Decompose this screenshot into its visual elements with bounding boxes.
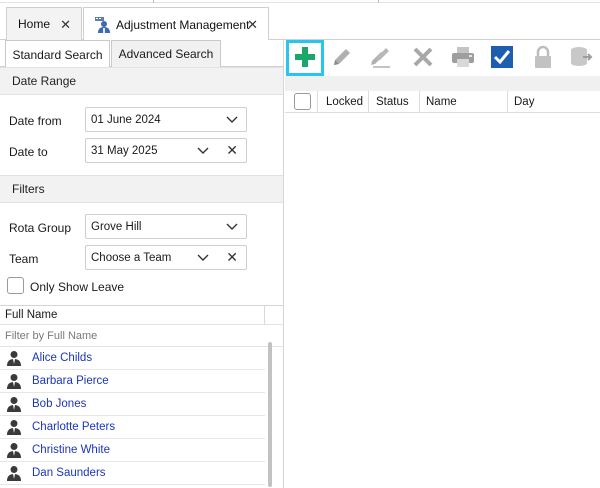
clear-icon[interactable]: ✕ (226, 249, 238, 266)
bulk-edit-button[interactable] (366, 43, 396, 73)
people-filter-row[interactable]: Filter by Full Name (0, 325, 283, 347)
divider-tick (153, 0, 154, 3)
results-panel: Locked Status Name Day (285, 40, 600, 488)
column-divider (507, 91, 508, 112)
date-to-value: 31 May 2025 (91, 144, 158, 157)
person-name-link[interactable]: Dan Saunders (32, 467, 106, 479)
person-name-link[interactable]: Bob Jones (32, 398, 86, 410)
person-icon (7, 373, 21, 389)
tab-home[interactable]: Home ✕ (6, 7, 82, 40)
tab-adjustment-management[interactable]: Adjustment Management ✕ (83, 7, 269, 41)
person-name-link[interactable]: Charlotte Peters (32, 421, 115, 433)
app-window: Home ✕ Adjustment Management ✕ Standard … (0, 0, 600, 488)
add-button[interactable] (286, 40, 324, 76)
print-button[interactable] (448, 43, 478, 73)
chevron-down-icon[interactable] (196, 142, 210, 158)
list-item[interactable]: Dan Saunders (0, 462, 265, 485)
clear-icon[interactable]: ✕ (226, 142, 238, 159)
results-grid-header: Locked Status Name Day (285, 91, 600, 113)
printer-icon (450, 45, 476, 72)
column-divider (317, 91, 318, 112)
select-all-rows-checkbox[interactable] (294, 93, 311, 110)
date-from-picker[interactable]: 01 June 2024 (85, 107, 247, 132)
person-name-link[interactable]: Christine White (32, 444, 110, 456)
list-item[interactable]: Barbara Pierce (0, 370, 265, 393)
grid-group-panel (285, 76, 600, 91)
rota-group-value: Grove Hill (91, 220, 142, 233)
column-divider (368, 91, 369, 112)
column-divider (264, 306, 265, 325)
date-from-value: 01 June 2024 (91, 113, 161, 126)
top-divider (0, 0, 600, 3)
checkbox-icon (490, 45, 514, 72)
list-item[interactable]: Bob Jones (0, 393, 265, 416)
multi-edit-icon (368, 44, 394, 73)
close-icon[interactable]: ✕ (60, 17, 71, 33)
chevron-down-icon[interactable] (225, 111, 239, 127)
person-name-link[interactable]: Alice Childs (32, 352, 92, 364)
tab-adjustment-label: Adjustment Management (116, 17, 250, 32)
search-panel: Standard Search Advanced Search Date Ran… (0, 40, 284, 488)
column-divider (419, 91, 420, 112)
column-header-day[interactable]: Day (514, 96, 534, 108)
date-to-picker[interactable]: 31 May 2025 ✕ (85, 138, 247, 163)
column-header-status[interactable]: Status (376, 96, 409, 108)
date-from-label: Date from (9, 114, 62, 128)
rota-group-select[interactable]: Grove Hill (85, 214, 247, 239)
database-icon (569, 45, 593, 72)
chevron-down-icon[interactable] (225, 218, 239, 234)
divider-tick (378, 0, 379, 3)
person-name-link[interactable]: Barbara Pierce (32, 375, 109, 387)
lock-button[interactable] (528, 43, 558, 73)
filters-heading: Filters (0, 175, 283, 203)
team-value: Choose a Team (91, 251, 172, 264)
team-label: Team (9, 252, 39, 266)
person-icon (7, 442, 21, 458)
filter-by-full-name-input[interactable]: Filter by Full Name (5, 330, 97, 342)
list-item[interactable]: Christine White (0, 439, 265, 462)
date-range-heading: Date Range (0, 67, 283, 95)
rota-group-label: Rota Group (9, 221, 72, 235)
team-select[interactable]: Choose a Team ✕ (85, 245, 247, 270)
person-icon (7, 350, 21, 366)
person-icon (7, 396, 21, 412)
list-item[interactable]: Alice Childs (0, 347, 265, 370)
delete-button[interactable] (408, 43, 438, 73)
select-all-button[interactable] (487, 43, 517, 73)
column-header-locked[interactable]: Locked (326, 96, 363, 108)
action-toolbar (285, 40, 600, 76)
search-tab-bar: Standard Search Advanced Search (0, 40, 283, 68)
column-header-name[interactable]: Name (426, 96, 457, 108)
tab-advanced-search[interactable]: Advanced Search (111, 40, 221, 67)
close-icon[interactable]: ✕ (247, 17, 258, 33)
date-to-label: Date to (9, 145, 48, 159)
chevron-down-icon[interactable] (196, 249, 210, 265)
plus-icon (294, 46, 316, 71)
people-grid-header: Full Name (0, 305, 283, 325)
delete-icon (412, 46, 434, 71)
document-tab-bar: Home ✕ Adjustment Management ✕ (0, 0, 600, 41)
person-icon (7, 419, 21, 435)
person-icon (7, 465, 21, 481)
full-name-column-header[interactable]: Full Name (5, 309, 57, 321)
list-item[interactable]: Charlotte Peters (0, 416, 265, 439)
lock-icon (533, 45, 553, 72)
tab-standard-search[interactable]: Standard Search (5, 40, 110, 68)
only-show-leave-checkbox[interactable] (7, 277, 24, 294)
tab-home-label: Home (18, 17, 51, 31)
only-show-leave-label: Only Show Leave (30, 280, 125, 294)
export-button[interactable] (566, 43, 596, 73)
pencil-icon (330, 45, 354, 72)
adjustment-icon (94, 16, 112, 34)
people-scrollbar[interactable] (268, 342, 272, 487)
edit-button[interactable] (327, 43, 357, 73)
